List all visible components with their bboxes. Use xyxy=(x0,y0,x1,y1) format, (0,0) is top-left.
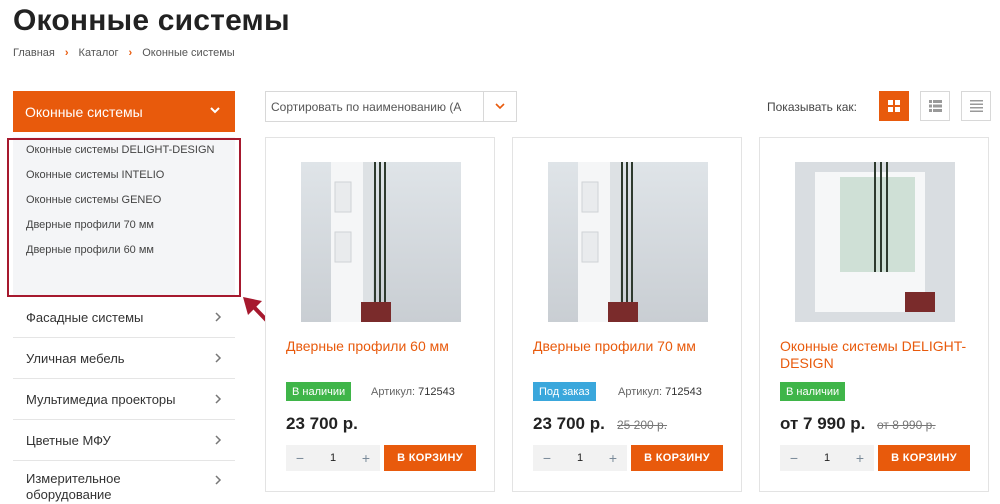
submenu-item-geneo[interactable]: Оконные системы GENEO xyxy=(13,193,235,208)
sidebar-item-projectors[interactable]: Мультимедиа проекторы xyxy=(13,379,235,420)
quantity-value[interactable]: 1 xyxy=(817,452,837,464)
product-sku: Артикул: 712543 xyxy=(618,386,702,398)
view-mode-label: Показывать как: xyxy=(767,100,857,114)
plus-icon[interactable]: + xyxy=(360,450,372,466)
add-to-cart-button[interactable]: В КОРЗИНУ xyxy=(631,445,723,471)
sort-dropdown-button[interactable] xyxy=(483,92,516,121)
add-to-cart-button[interactable]: В КОРЗИНУ xyxy=(878,445,970,471)
product-name-link[interactable]: Оконные системы DELIGHT-DESIGN xyxy=(780,338,980,372)
product-name-link[interactable]: Дверные профили 60 мм xyxy=(286,338,486,355)
breadcrumb: Главная › Каталог › Оконные системы xyxy=(13,47,235,59)
sidebar-item-label: Фасадные системы xyxy=(26,309,144,325)
sidebar-item-street-furniture[interactable]: Уличная мебель xyxy=(13,338,235,379)
breadcrumb-separator-icon: › xyxy=(64,47,69,59)
breadcrumb-catalog-link[interactable]: Каталог xyxy=(79,47,119,59)
quantity-stepper: − 1 + xyxy=(780,445,874,471)
sort-select-value: Сортировать по наименованию (А xyxy=(271,99,462,114)
breadcrumb-current: Оконные системы xyxy=(142,47,235,59)
product-old-price: от 8 990 р. xyxy=(877,418,936,432)
sidebar-item-label: Уличная мебель xyxy=(26,350,125,366)
product-price: 23 700 р. xyxy=(286,414,358,433)
product-image[interactable] xyxy=(548,162,708,322)
list-icon xyxy=(929,100,942,112)
sort-select[interactable]: Сортировать по наименованию (А xyxy=(265,91,517,122)
grid-icon xyxy=(888,100,900,112)
chevron-right-icon xyxy=(215,353,222,363)
chevron-down-icon[interactable] xyxy=(209,104,221,116)
product-image[interactable] xyxy=(301,162,461,322)
quantity-stepper: − 1 + xyxy=(533,445,627,471)
breadcrumb-separator-icon: › xyxy=(128,47,133,59)
product-sku: Артикул: 712543 xyxy=(371,386,455,398)
window-profile-image xyxy=(331,162,391,322)
plus-icon[interactable]: + xyxy=(854,450,866,466)
window-profile-image xyxy=(795,162,955,322)
product-image[interactable] xyxy=(795,162,955,322)
chevron-right-icon xyxy=(215,475,222,485)
sidebar-item-measuring[interactable]: Измерительное оборудование xyxy=(13,461,235,504)
product-price: 23 700 р. xyxy=(533,414,605,433)
breadcrumb-home-link[interactable]: Главная xyxy=(13,47,55,59)
submenu-item-intelio[interactable]: Оконные системы INTELIO xyxy=(13,168,235,183)
product-name-link[interactable]: Дверные профили 70 мм xyxy=(533,338,733,355)
chevron-right-icon xyxy=(215,394,222,404)
sidebar-item-label: Цветные МФУ xyxy=(26,432,111,448)
submenu-item-delight-design[interactable]: Оконные системы DELIGHT-DESIGN xyxy=(13,143,235,158)
product-price: от 7 990 р. xyxy=(780,414,866,433)
submenu-item-door-70[interactable]: Дверные профили 70 мм xyxy=(13,218,235,233)
product-old-price: 25 200 р. xyxy=(617,418,668,432)
submenu-item-door-60[interactable]: Дверные профили 60 мм xyxy=(13,243,235,258)
view-grid-button[interactable] xyxy=(879,91,909,121)
sidebar-item-facade[interactable]: Фасадные системы xyxy=(13,297,235,338)
minus-icon[interactable]: − xyxy=(294,450,306,466)
stock-status-badge: В наличии xyxy=(780,382,846,401)
minus-icon[interactable]: − xyxy=(541,450,553,466)
sidebar-item-label: Измерительное оборудование xyxy=(26,471,121,502)
product-card: Оконные системы DELIGHT-DESIGN В наличии… xyxy=(759,137,989,492)
stock-status-badge: В наличии xyxy=(286,382,352,401)
minus-icon[interactable]: − xyxy=(788,450,800,466)
quantity-value[interactable]: 1 xyxy=(323,452,343,464)
view-list-button[interactable] xyxy=(920,91,950,121)
sidebar-active-label: Оконные системы xyxy=(25,103,143,120)
stock-status-badge: Под заказ xyxy=(533,382,596,401)
product-card: Дверные профили 60 мм В наличии Артикул:… xyxy=(265,137,495,492)
sidebar-item-label: Мультимедиа проекторы xyxy=(26,391,176,407)
view-table-button[interactable] xyxy=(961,91,991,121)
plus-icon[interactable]: + xyxy=(607,450,619,466)
sidebar-submenu: Оконные системы DELIGHT-DESIGN Оконные с… xyxy=(13,137,235,297)
product-card: Дверные профили 70 мм Под заказ Артикул:… xyxy=(512,137,742,492)
table-icon xyxy=(970,100,983,112)
page-title: Оконные системы xyxy=(13,4,290,37)
window-profile-image xyxy=(578,162,638,322)
chevron-down-icon xyxy=(495,103,505,110)
quantity-stepper: − 1 + xyxy=(286,445,380,471)
sidebar-active-category[interactable]: Оконные системы xyxy=(13,91,235,132)
sidebar-item-color-mfp[interactable]: Цветные МФУ xyxy=(13,420,235,461)
chevron-right-icon xyxy=(215,435,222,445)
add-to-cart-button[interactable]: В КОРЗИНУ xyxy=(384,445,476,471)
quantity-value[interactable]: 1 xyxy=(570,452,590,464)
chevron-right-icon xyxy=(215,312,222,322)
